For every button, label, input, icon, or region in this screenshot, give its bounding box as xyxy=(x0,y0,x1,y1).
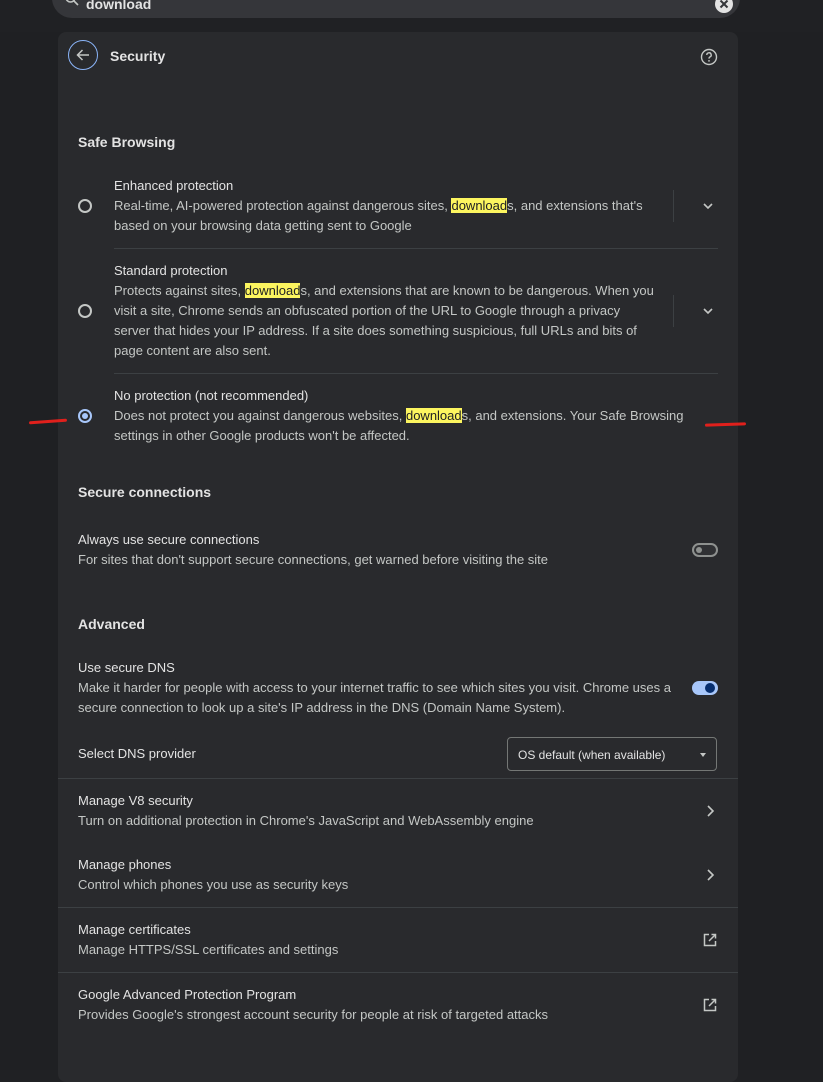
manage-v8-desc: Turn on additional protection in Chrome'… xyxy=(78,813,534,828)
security-settings-panel: Security Safe Browsing Enhanced protecti… xyxy=(58,32,738,1082)
radio-standard-protection[interactable] xyxy=(78,304,92,318)
dns-provider-value: OS default (when available) xyxy=(518,748,666,762)
open-in-new-icon[interactable] xyxy=(702,997,718,1013)
manage-phones-desc: Control which phones you use as security… xyxy=(78,877,349,892)
dropdown-caret-icon xyxy=(700,753,706,757)
advanced-protection-desc: Provides Google's strongest account secu… xyxy=(78,1007,548,1022)
settings-search-bar[interactable]: download xyxy=(52,0,740,18)
radio-enhanced-protection[interactable] xyxy=(78,199,92,213)
toggle-knob xyxy=(705,683,715,693)
chevron-right-icon[interactable] xyxy=(702,803,718,819)
search-input[interactable]: download xyxy=(86,0,151,12)
arrow-back-icon xyxy=(76,49,89,61)
divider xyxy=(58,778,738,779)
radio-no-protection[interactable] xyxy=(78,409,92,423)
no-protection-desc: Does not protect you against dangerous w… xyxy=(114,408,684,443)
manage-certificates-desc: Manage HTTPS/SSL certificates and settin… xyxy=(78,942,339,957)
safe-browsing-heading: Safe Browsing xyxy=(78,134,176,150)
search-icon xyxy=(65,0,79,6)
always-secure-desc: For sites that don't support secure conn… xyxy=(78,552,549,567)
divider xyxy=(114,248,718,249)
search-highlight: download xyxy=(405,408,462,423)
search-highlight: download xyxy=(451,198,508,213)
page-header: Security xyxy=(58,32,738,82)
back-button[interactable] xyxy=(68,40,98,70)
page-title: Security xyxy=(110,48,166,64)
search-highlight: download xyxy=(244,283,301,298)
enhanced-protection-label: Enhanced protection xyxy=(114,178,234,193)
chevron-right-icon[interactable] xyxy=(702,867,718,883)
divider xyxy=(114,373,718,374)
manage-v8-label: Manage V8 security xyxy=(78,793,193,808)
divider xyxy=(58,907,738,908)
dns-provider-select[interactable]: OS default (when available) xyxy=(507,737,717,771)
separator xyxy=(673,295,674,327)
manage-phones-label: Manage phones xyxy=(78,857,172,872)
advanced-protection-label: Google Advanced Protection Program xyxy=(78,987,297,1002)
open-in-new-icon[interactable] xyxy=(702,932,718,948)
expand-enhanced-chevron-down-icon[interactable] xyxy=(698,196,718,216)
secure-dns-label: Use secure DNS xyxy=(78,660,175,675)
toggle-knob xyxy=(696,547,702,553)
separator xyxy=(673,190,674,222)
secure-dns-desc: Make it harder for people with access to… xyxy=(78,680,671,715)
always-secure-toggle[interactable] xyxy=(692,543,718,557)
secure-connections-heading: Secure connections xyxy=(78,484,212,500)
expand-standard-chevron-down-icon[interactable] xyxy=(698,301,718,321)
standard-protection-desc: Protects against sites, downloads, and e… xyxy=(114,283,654,358)
always-secure-label: Always use secure connections xyxy=(78,532,260,547)
advanced-heading: Advanced xyxy=(78,616,145,632)
standard-protection-label: Standard protection xyxy=(114,263,228,278)
enhanced-protection-desc: Real-time, AI-powered protection against… xyxy=(114,198,643,233)
dns-provider-label: Select DNS provider xyxy=(78,746,196,761)
no-protection-label: No protection (not recommended) xyxy=(114,388,309,403)
help-icon[interactable] xyxy=(700,48,718,66)
secure-dns-toggle[interactable] xyxy=(692,681,718,695)
clear-search-icon[interactable] xyxy=(714,0,734,14)
manage-certificates-label: Manage certificates xyxy=(78,922,191,937)
divider xyxy=(58,972,738,973)
